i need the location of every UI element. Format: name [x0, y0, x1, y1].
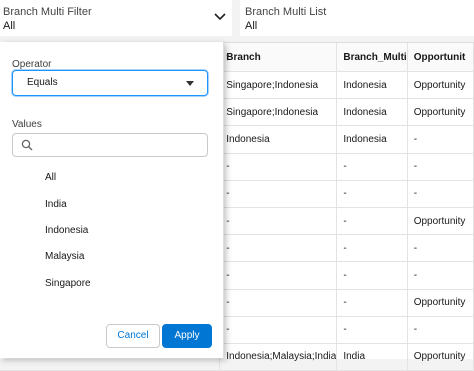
table-cell: Indonesia [336, 125, 408, 154]
column-header-branch-multi[interactable]: Branch_Multi [336, 43, 408, 72]
table-cell: - [407, 234, 474, 263]
table-cell: - [336, 207, 408, 236]
column-header-opportunity[interactable]: Opportunit [407, 43, 474, 72]
table-cell: - [336, 289, 408, 317]
cancel-button[interactable]: Cancel [106, 324, 160, 348]
table-cell: - [219, 180, 338, 208]
option-all[interactable]: All [45, 172, 56, 183]
column-header-branch[interactable]: Branch [219, 43, 338, 72]
table-cell: Opportunity [407, 98, 474, 127]
table-cell: - [336, 153, 408, 181]
search-icon [21, 139, 33, 151]
table-cell: - [219, 261, 338, 290]
table-cell: Indonesia [219, 125, 338, 154]
filter-bar: Branch Multi Filter All Branch Multi Lis… [0, 0, 474, 38]
filter-label: Branch Multi Filter [3, 6, 92, 18]
apply-button[interactable]: Apply [162, 324, 212, 348]
table-cell: - [407, 125, 474, 154]
table-cell: - [336, 180, 408, 208]
sort-ascending-icon[interactable]: ↑ [225, 51, 231, 63]
option-india[interactable]: India [45, 199, 67, 210]
table-cell: - [336, 234, 408, 263]
table-cell: - [407, 316, 474, 344]
table-cell: - [219, 207, 338, 236]
table-cell: - [407, 180, 474, 208]
table-cell: Opportunity [407, 289, 474, 317]
option-indonesia[interactable]: Indonesia [45, 225, 88, 236]
table-cell: - [219, 316, 338, 344]
table-cell: - [336, 261, 408, 290]
table-cell: Opportunity [407, 71, 474, 100]
branch-multi-list-filter[interactable]: Branch Multi List All [240, 0, 474, 36]
operator-select[interactable]: Equals [12, 70, 208, 96]
filter-value: All [3, 20, 16, 32]
values-search-input[interactable] [12, 133, 208, 157]
table-cell: India [336, 343, 408, 371]
caret-down-icon [186, 81, 194, 86]
table-cell: Opportunity [407, 207, 474, 236]
table-cell: Indonesia;Malaysia;India [219, 343, 338, 371]
table-cell: Opportunity [407, 343, 474, 371]
table-cell: - [336, 316, 408, 344]
chevron-down-icon [214, 13, 226, 21]
table-cell: Singapore;Indonesia [219, 98, 338, 127]
table-cell: - [219, 234, 338, 263]
branch-multi-filter[interactable]: Branch Multi Filter All [0, 0, 232, 36]
filter-label: Branch Multi List [245, 6, 327, 18]
operator-value: Equals [27, 77, 58, 88]
table-cell: Singapore;Indonesia [219, 71, 338, 100]
values-label: Values [12, 119, 42, 130]
table-cell: - [407, 153, 474, 181]
filter-value: All [245, 20, 258, 32]
option-singapore[interactable]: Singapore [45, 278, 91, 289]
operator-label: Operator [12, 59, 52, 70]
table-cell: - [219, 289, 338, 317]
table-cell: - [407, 261, 474, 290]
filter-popover: Operator Equals Values All India Indones… [0, 42, 224, 358]
table-cell: Indonesia [336, 71, 408, 100]
option-malaysia[interactable]: Malaysia [45, 251, 84, 262]
table-cell: Indonesia [336, 98, 408, 127]
table-cell: - [219, 153, 338, 181]
